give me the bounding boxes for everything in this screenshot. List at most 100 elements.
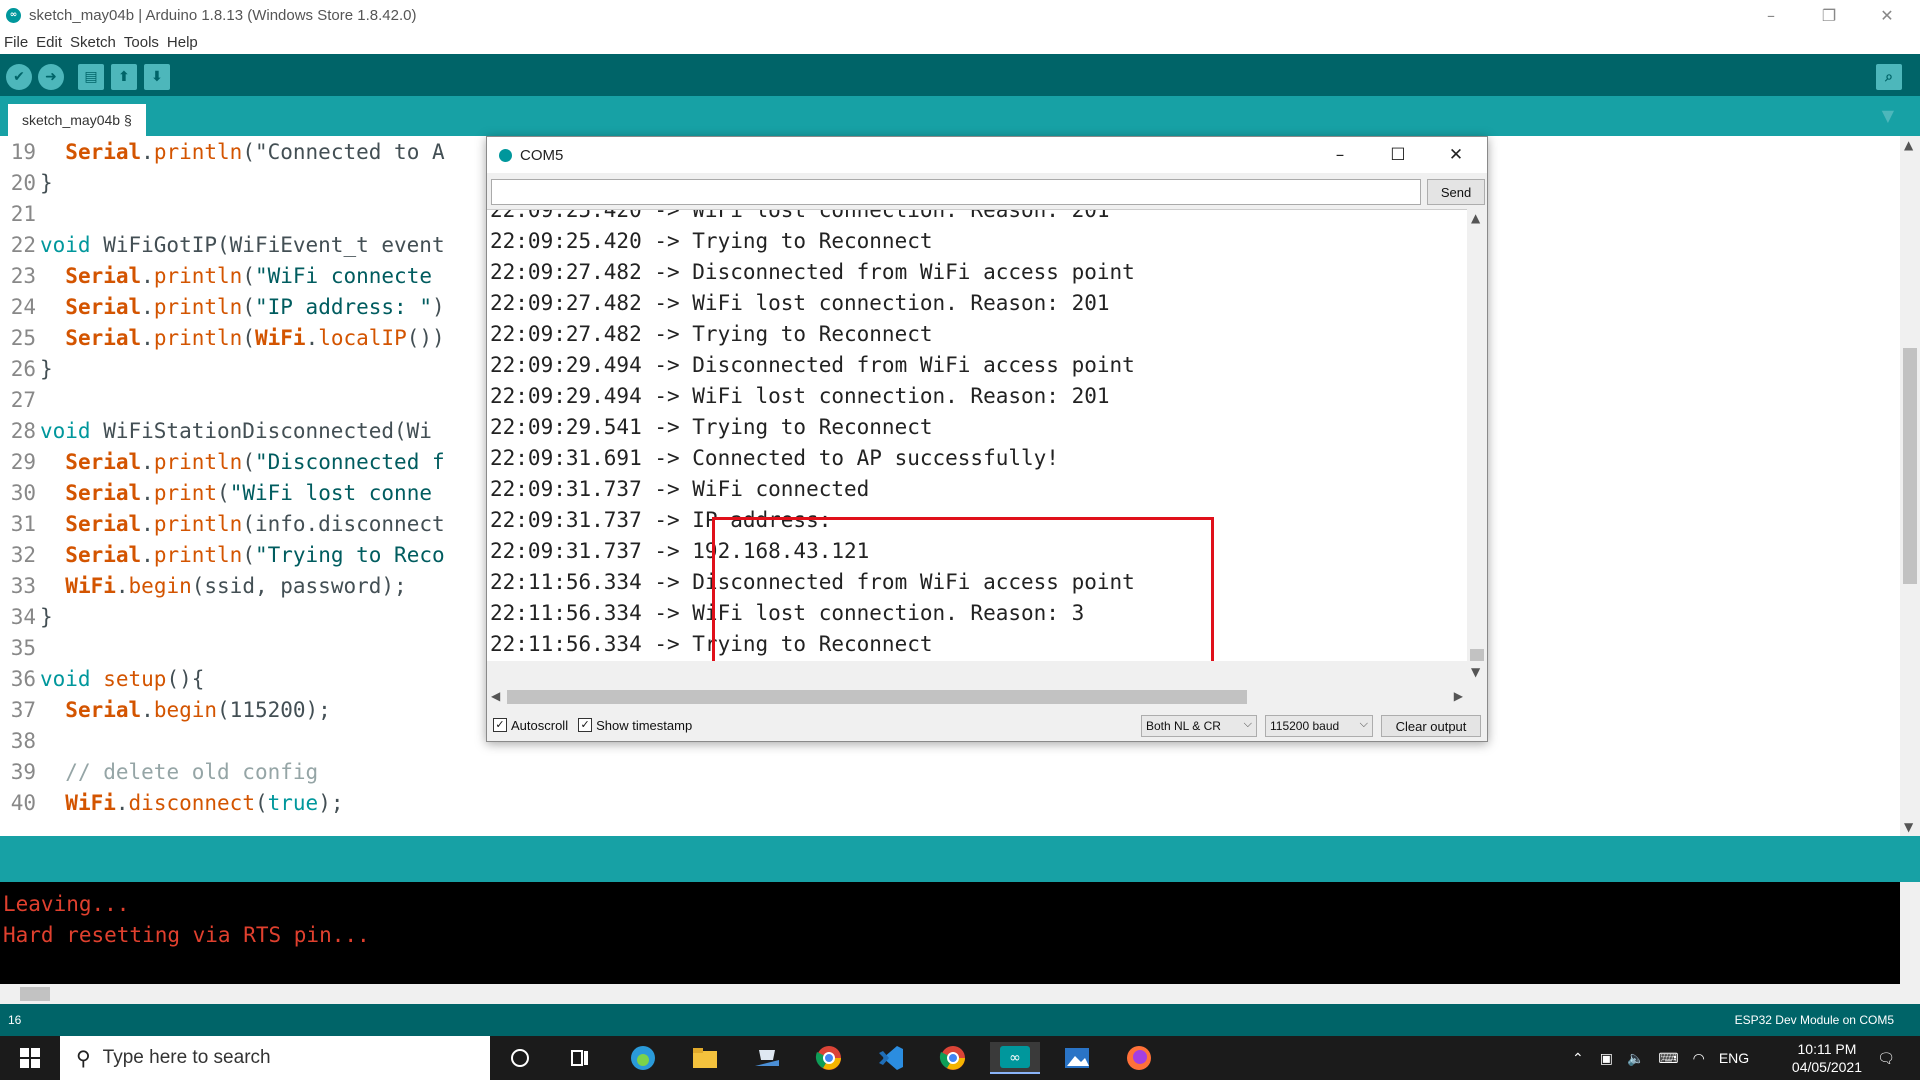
language-indicator[interactable]: ENG [1719, 1050, 1749, 1066]
tab-menu-icon[interactable]: ▼ [1882, 106, 1894, 125]
code-line[interactable]: 24 Serial.println("IP address: ") [0, 291, 445, 322]
code-line[interactable]: 31 Serial.println(info.disconnect [0, 508, 445, 539]
new-sketch-button[interactable]: ▤ [78, 64, 104, 90]
menu-file[interactable]: File [4, 34, 28, 51]
close-button[interactable]: ✕ [1858, 0, 1916, 30]
line-ending-select[interactable]: Both NL & CR ⌵ [1141, 715, 1257, 737]
code-line[interactable]: 21 [0, 198, 40, 229]
minimize-button[interactable]: – [1742, 0, 1800, 30]
edge-icon[interactable] [618, 1042, 668, 1074]
taskbar-search[interactable]: ⚲ Type here to search [60, 1036, 490, 1080]
checkbox-icon[interactable]: ✓ [493, 718, 507, 732]
code-token: println [153, 511, 243, 536]
serial-close-button[interactable]: ✕ [1427, 137, 1485, 173]
serial-monitor-button[interactable]: ⌕ [1876, 64, 1902, 90]
code-token: } [40, 170, 53, 195]
chrome-icon[interactable] [804, 1042, 854, 1074]
editor-scroll-thumb[interactable] [1903, 348, 1917, 584]
scroll-left-icon[interactable]: ◀ [491, 689, 500, 703]
photos-icon[interactable] [1052, 1042, 1102, 1074]
menu-help[interactable]: Help [167, 34, 198, 51]
code-line[interactable]: 36 void setup(){ [0, 663, 205, 694]
code-line[interactable]: 32 Serial.println("Trying to Reco [0, 539, 445, 570]
clock[interactable]: 10:11 PM 04/05/2021 [1792, 1040, 1862, 1076]
scroll-down-icon[interactable]: ▼ [1471, 665, 1480, 679]
code-token: // delete old config [65, 759, 319, 784]
serial-hscroll-thumb[interactable] [507, 690, 1247, 704]
code-text: Serial.println("IP address: ") [40, 294, 444, 319]
wifi-icon[interactable]: ◠ [1693, 1050, 1705, 1067]
code-line[interactable]: 34} [0, 601, 53, 632]
code-line[interactable]: 37 Serial.begin(115200); [0, 694, 331, 725]
code-line[interactable]: 19 Serial.println("Connected to A [0, 136, 445, 167]
restore-button[interactable]: ❐ [1800, 0, 1858, 30]
code-line[interactable]: 30 Serial.print("WiFi lost conne [0, 477, 432, 508]
serial-maximize-button[interactable]: ☐ [1369, 137, 1427, 173]
code-line[interactable]: 28 void WiFiStationDisconnected(Wi [0, 415, 432, 446]
task-view-icon[interactable] [555, 1042, 605, 1074]
code-line[interactable]: 23 Serial.println("WiFi connecte [0, 260, 432, 291]
timestamp-checkbox[interactable]: ✓ Show timestamp [578, 718, 692, 733]
code-line[interactable]: 22 void WiFiGotIP(WiFiEvent_t event [0, 229, 445, 260]
console-hscrollbar[interactable] [0, 984, 1920, 1004]
baud-select[interactable]: 115200 baud ⌵ [1265, 715, 1373, 737]
menu-sketch[interactable]: Sketch [70, 34, 116, 51]
meet-now-icon[interactable]: ▣ [1600, 1050, 1613, 1067]
scroll-up-icon[interactable]: ▲ [1471, 211, 1480, 225]
serial-scroll-thumb[interactable] [1470, 649, 1484, 661]
volume-icon[interactable]: 🔈 [1627, 1050, 1644, 1067]
search-placeholder: Type here to search [102, 1047, 271, 1068]
code-line[interactable]: 38 [0, 725, 40, 756]
autoscroll-checkbox[interactable]: ✓ Autoscroll [493, 718, 568, 733]
chrome-alt-icon[interactable] [928, 1042, 978, 1074]
scroll-down-icon[interactable]: ▼ [1904, 820, 1913, 834]
notifications-icon[interactable]: 🗨 [1866, 1036, 1906, 1080]
editor-scrollbar[interactable]: ▲ ▼ [1900, 136, 1920, 836]
vscode-icon[interactable] [866, 1042, 916, 1074]
code-line[interactable]: 39 // delete old config [0, 756, 318, 787]
serial-monitor-window: COM5 – ☐ ✕ Send 22:11:56.334 -> Trying t… [486, 136, 1488, 742]
code-line[interactable]: 40 WiFi.disconnect(true); [0, 787, 344, 818]
serial-send-input[interactable] [491, 179, 1421, 205]
cortana-icon[interactable] [495, 1042, 545, 1074]
code-token: (){ [166, 666, 205, 691]
start-button[interactable] [0, 1036, 60, 1080]
code-line[interactable]: 25 Serial.println(WiFi.localIP()) [0, 322, 445, 353]
code-line[interactable]: 20} [0, 167, 53, 198]
line-number: 19 [10, 139, 36, 164]
checkbox-icon[interactable]: ✓ [578, 718, 593, 732]
arduino-icon[interactable]: ∞ [990, 1042, 1040, 1074]
code-line[interactable]: 35 [0, 632, 40, 663]
code-token: begin [153, 697, 218, 722]
firefox-icon[interactable] [1114, 1042, 1164, 1074]
send-button[interactable]: Send [1427, 179, 1485, 205]
tab-sketch[interactable]: sketch_may04b § [8, 104, 146, 136]
serial-minimize-button[interactable]: – [1311, 137, 1369, 173]
show-hidden-icons-icon[interactable]: ⌃ [1572, 1050, 1584, 1067]
scroll-right-icon[interactable]: ▶ [1454, 689, 1463, 703]
code-line[interactable]: 27 [0, 384, 40, 415]
open-sketch-button[interactable]: ⬆ [111, 64, 137, 90]
upload-button[interactable]: ➜ [38, 64, 64, 90]
serial-hscrollbar[interactable]: ◀ ▶ [487, 687, 1467, 707]
app-icon[interactable] [742, 1042, 792, 1074]
serial-scrollbar[interactable]: ▲ ▼ [1467, 209, 1487, 687]
code-line[interactable]: 26} [0, 353, 53, 384]
file-explorer-icon[interactable] [680, 1042, 730, 1074]
verify-button[interactable]: ✔ [6, 64, 32, 90]
code-token: . [305, 325, 319, 350]
save-sketch-button[interactable]: ⬇ [144, 64, 170, 90]
line-number: 29 [10, 449, 36, 474]
input-method-icon[interactable]: ⌨ [1658, 1050, 1678, 1067]
code-token: println [153, 294, 243, 319]
code-line[interactable]: 33 WiFi.begin(ssid, password); [0, 570, 407, 601]
console-scrollbar[interactable] [1900, 882, 1920, 984]
menu-tools[interactable]: Tools [124, 34, 159, 51]
search-icon: ⚲ [76, 1046, 91, 1070]
clear-output-button[interactable]: Clear output [1381, 715, 1481, 737]
scroll-up-icon[interactable]: ▲ [1904, 138, 1913, 152]
code-line[interactable]: 29 Serial.println("Disconnected f [0, 446, 445, 477]
console-scroll-thumb[interactable] [20, 987, 50, 1001]
menu-edit[interactable]: Edit [36, 34, 62, 51]
